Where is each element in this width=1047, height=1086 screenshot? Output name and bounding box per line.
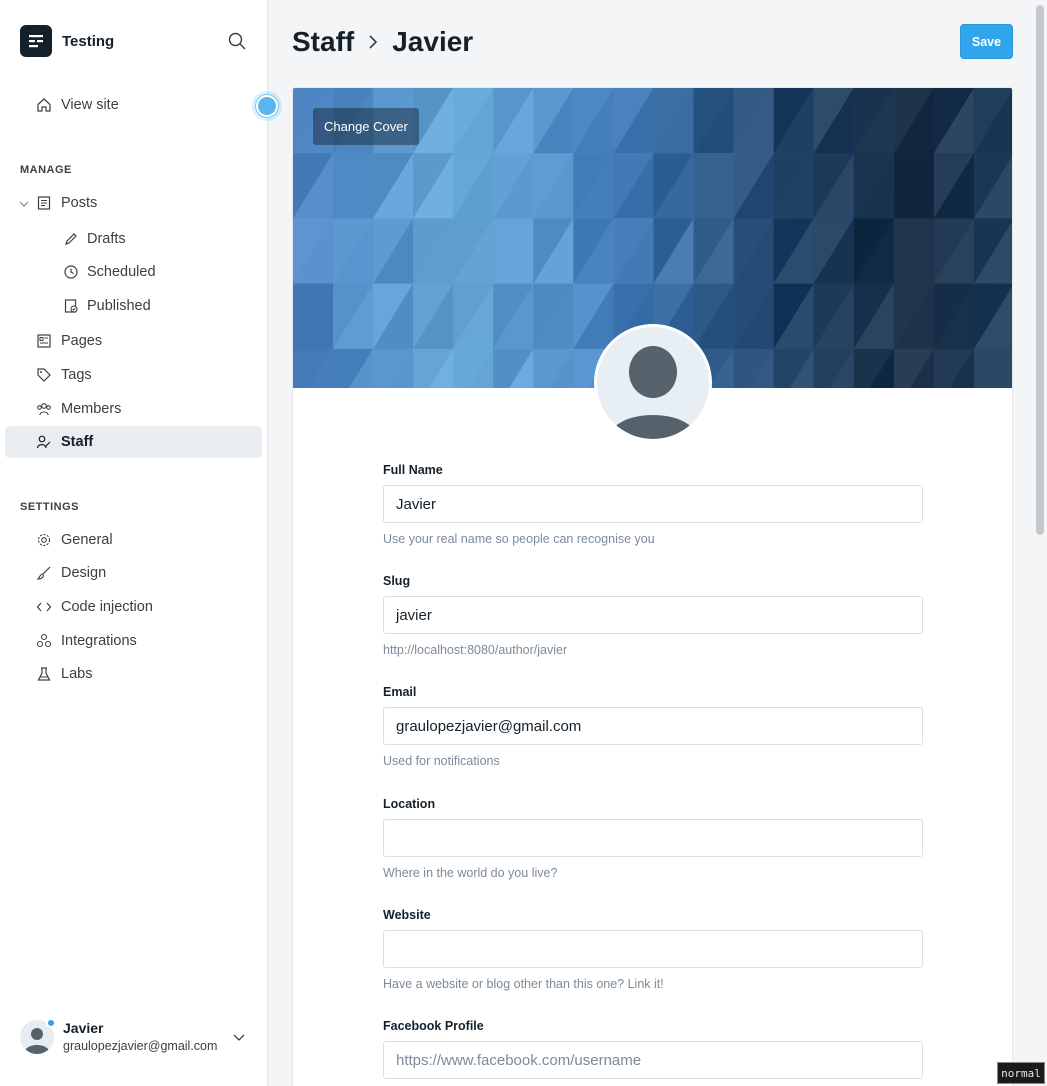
sidebar-item-tags[interactable]: Tags: [5, 359, 262, 391]
nav-label: Staff: [61, 434, 94, 450]
clock-icon: [62, 263, 80, 281]
location-input[interactable]: [383, 819, 923, 857]
sidebar-item-scheduled[interactable]: Scheduled: [5, 256, 262, 288]
sidebar-item-staff[interactable]: Staff: [5, 426, 262, 458]
flask-icon: [35, 665, 53, 683]
nav-label: Members: [61, 401, 122, 417]
nav-label: Code injection: [61, 599, 153, 615]
user-name: Javier: [63, 1020, 104, 1036]
home-icon: [35, 96, 53, 114]
page-title: Javier: [392, 26, 474, 57]
field-label: Slug: [383, 574, 411, 588]
nav-label: Scheduled: [87, 264, 156, 280]
sidebar-item-integrations[interactable]: Integrations: [5, 625, 262, 657]
slug-field: Slug javier http://localhost:8080/author…: [383, 574, 923, 657]
search-icon[interactable]: [227, 31, 247, 51]
field-hint: http://localhost:8080/author/javier: [383, 643, 568, 657]
sidebar-item-published[interactable]: Published: [5, 290, 262, 322]
breadcrumb: Staff Javier: [292, 22, 473, 62]
email-field: Email graulopezjavier@gmail.com Used for…: [383, 685, 923, 768]
location-field: Location Where in the world do you live?: [383, 797, 923, 880]
chevron-down-icon[interactable]: [232, 1030, 246, 1044]
sidebar-item-design[interactable]: Design: [5, 557, 262, 589]
chevron-right-icon: [366, 33, 380, 51]
site-logo-icon: [20, 25, 52, 57]
slug-input[interactable]: javier: [383, 596, 923, 634]
sidebar-item-code-injection[interactable]: Code injection: [5, 591, 262, 623]
nav-label: Drafts: [87, 231, 126, 247]
settings-heading: SETTINGS: [20, 501, 80, 513]
brush-icon: [35, 564, 53, 582]
facebook-input[interactable]: https://www.facebook.com/username: [383, 1041, 923, 1079]
mode-indicator: normal: [997, 1062, 1045, 1084]
nav-view-site[interactable]: View site: [5, 89, 262, 121]
website-field: Website Have a website or blog other tha…: [383, 908, 923, 991]
manage-heading: MANAGE: [20, 164, 72, 176]
nav-label: Tags: [61, 367, 92, 383]
field-hint: Have a website or blog other than this o…: [383, 977, 664, 991]
profile-photo[interactable]: [594, 324, 712, 442]
full-name-input[interactable]: Javier: [383, 485, 923, 523]
sidebar-item-general[interactable]: General: [5, 524, 262, 556]
save-button[interactable]: Save: [960, 24, 1013, 59]
notification-pulse-icon[interactable]: [252, 91, 282, 121]
field-hint: Where in the world do you live?: [383, 866, 558, 880]
posts-icon: [35, 194, 53, 212]
full-name-field: Full Name Javier Use your real name so p…: [383, 463, 923, 546]
nav-label: General: [61, 532, 113, 548]
nav-label: Integrations: [61, 633, 137, 649]
field-hint: Use your real name so people can recogni…: [383, 532, 655, 546]
profile-card: Change Cover Full Name Javier Use your r…: [292, 87, 1013, 1086]
sidebar-item-labs[interactable]: Labs: [5, 658, 262, 690]
gear-icon: [35, 531, 53, 549]
user-avatar-icon: [609, 346, 697, 439]
sidebar-item-pages[interactable]: Pages: [5, 325, 262, 357]
sidebar-item-drafts[interactable]: Drafts: [5, 223, 262, 255]
email-input[interactable]: graulopezjavier@gmail.com: [383, 707, 923, 745]
user-menu[interactable]: Javier graulopezjavier@gmail.com: [20, 1017, 260, 1057]
nav-label: View site: [61, 97, 119, 113]
nav-label: Labs: [61, 666, 93, 682]
integrations-icon: [35, 632, 53, 650]
field-label: Full Name: [383, 463, 443, 477]
field-label: Location: [383, 797, 436, 811]
field-label: Facebook Profile: [383, 1019, 484, 1033]
members-icon: [35, 400, 53, 418]
site-brand[interactable]: Testing: [20, 25, 114, 57]
pencil-icon: [62, 230, 80, 248]
site-name: Testing: [62, 32, 115, 50]
sidebar-item-posts[interactable]: Posts: [5, 187, 262, 219]
breadcrumb-staff-link[interactable]: Staff: [292, 26, 354, 58]
facebook-field: Facebook Profile https://www.facebook.co…: [383, 1019, 923, 1079]
staff-icon: [35, 433, 53, 451]
website-input[interactable]: [383, 930, 923, 968]
tag-icon: [35, 366, 53, 384]
field-label: Email: [383, 685, 417, 699]
nav-label: Design: [61, 565, 107, 581]
scrollbar[interactable]: [1036, 5, 1044, 535]
sidebar: Testing View site MANAGE Posts Drafts Sc…: [0, 0, 282, 1086]
published-icon: [62, 297, 80, 315]
pages-icon: [35, 332, 53, 350]
user-email: graulopezjavier@gmail.com: [63, 1039, 218, 1053]
field-label: Website: [383, 908, 431, 922]
sidebar-item-members[interactable]: Members: [5, 393, 262, 425]
change-cover-button[interactable]: Change Cover: [313, 108, 419, 145]
online-dot-icon: [46, 1018, 56, 1028]
nav-label: Posts: [61, 195, 98, 211]
field-hint: Used for notifications: [383, 754, 500, 768]
nav-label: Published: [87, 298, 151, 314]
nav-label: Pages: [61, 333, 103, 349]
code-icon: [35, 598, 53, 616]
